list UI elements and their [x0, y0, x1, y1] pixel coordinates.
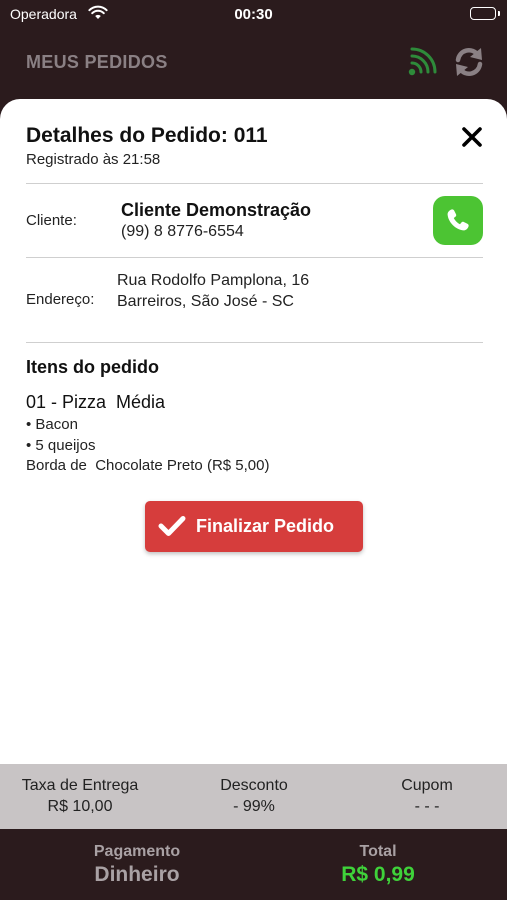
battery-icon	[470, 7, 496, 20]
item-option: • 5 queijos	[26, 437, 96, 454]
address-line-2: Barreiros, São José - SC	[117, 293, 294, 310]
divider	[26, 342, 483, 343]
delivery-fee: Taxa de Entrega R$ 10,00	[0, 777, 160, 816]
payment: Pagamento Dinheiro	[55, 843, 219, 887]
finalize-order-button[interactable]: Finalizar Pedido	[145, 501, 363, 552]
divider	[26, 257, 483, 258]
delivery-fee-value: R$ 10,00	[47, 798, 113, 815]
address-line-1: Rua Rodolfo Pamplona, 16	[117, 272, 310, 289]
checkmark-icon	[158, 516, 186, 536]
status-bar: Operadora 00:30	[0, 0, 507, 30]
phone-icon	[447, 209, 469, 231]
order-title: Detalhes do Pedido: 011	[26, 124, 268, 147]
refresh-icon[interactable]	[452, 45, 486, 79]
payment-value: Dinheiro	[94, 863, 180, 886]
discount: Desconto - 99%	[174, 777, 334, 816]
item-option: • Bacon	[26, 416, 78, 433]
client-name: Cliente Demonstração	[121, 200, 312, 220]
items-title: Itens do pedido	[26, 357, 159, 377]
order-registered-time: Registrado às 21:58	[26, 151, 161, 168]
page-title: MEUS PEDIDOS	[26, 52, 168, 72]
coupon-value: - - -	[414, 798, 440, 815]
order-details-sheet: Detalhes do Pedido: 011 Registrado às 21…	[0, 99, 507, 764]
address-label: Endereço:	[26, 291, 95, 308]
total-value: R$ 0,99	[341, 863, 415, 886]
discount-value: - 99%	[233, 798, 275, 815]
delivery-fee-label: Taxa de Entrega	[21, 777, 139, 794]
client-label: Cliente:	[26, 212, 77, 229]
total-label: Total	[359, 843, 397, 860]
finalize-order-label: Finalizar Pedido	[196, 516, 335, 536]
client-phone: (99) 8 8776-6554	[121, 223, 244, 240]
coupon: Cupom - - -	[347, 777, 507, 816]
clock: 00:30	[234, 6, 273, 23]
battery-tip	[498, 11, 500, 16]
discount-label: Desconto	[220, 777, 288, 794]
item-name: 01 - Pizza Média	[26, 392, 166, 412]
connection-signal-icon[interactable]	[402, 46, 438, 82]
coupon-label: Cupom	[401, 777, 453, 794]
close-icon[interactable]	[461, 126, 483, 148]
payment-label: Pagamento	[93, 843, 181, 860]
divider	[26, 183, 483, 184]
call-client-button[interactable]	[433, 196, 483, 245]
order-summary: Taxa de Entrega R$ 10,00 Desconto - 99% …	[0, 764, 507, 829]
item-border: Borda de Chocolate Preto (R$ 5,00)	[26, 457, 270, 474]
total: Total R$ 0,99	[300, 843, 456, 887]
payment-footer: Pagamento Dinheiro Total R$ 0,99	[0, 829, 507, 900]
